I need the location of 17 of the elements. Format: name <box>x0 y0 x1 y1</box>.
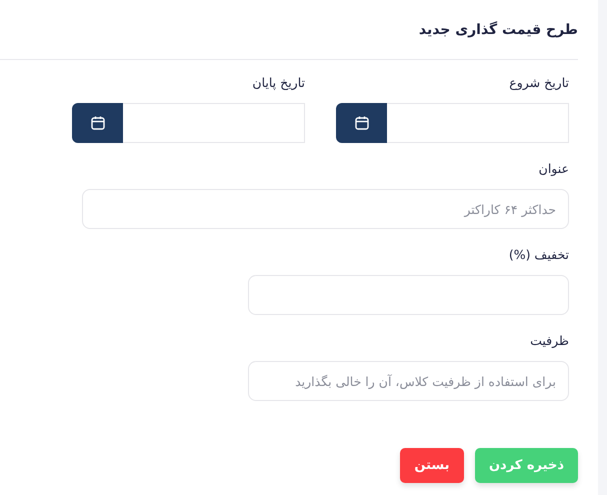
field-label: تاریخ پایان <box>251 75 305 92</box>
input-field[interactable]: برای استفاده از ظرفیت کلاس، آن را خالی بگذارید <box>248 361 569 401</box>
field-label: ظرفیت <box>529 333 569 350</box>
input-field[interactable] <box>248 275 569 315</box>
save-button[interactable]: ذخیره کردن <box>474 448 578 483</box>
input-field[interactable]: حداکثر ۶۴ کاراکتر <box>82 189 569 229</box>
field-label: تخفیف (%) <box>508 247 569 264</box>
close-button[interactable]: بستن <box>400 448 464 483</box>
field-label: عنوان <box>538 161 569 178</box>
field-label: تاریخ شروع <box>508 75 569 92</box>
calendar-icon <box>354 115 370 131</box>
calendar-button[interactable] <box>72 103 123 143</box>
calendar-icon <box>90 115 106 131</box>
date-field[interactable] <box>123 103 305 143</box>
dialog-title: طرح قیمت گذاری جدید <box>418 22 578 40</box>
date-field[interactable] <box>387 103 569 143</box>
calendar-button[interactable] <box>336 103 387 143</box>
